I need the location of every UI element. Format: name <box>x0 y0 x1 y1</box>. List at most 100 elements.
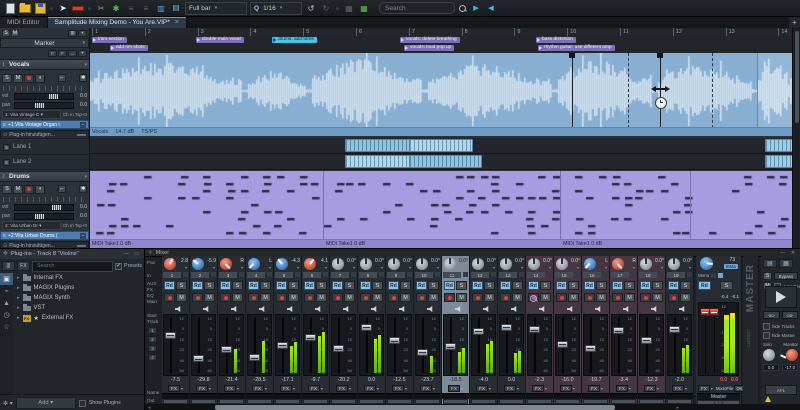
speaker-icon[interactable] <box>287 306 294 312</box>
pan-knob[interactable] <box>444 258 456 270</box>
solo-button[interactable]: S <box>680 281 691 290</box>
draw-tool-icon[interactable] <box>72 3 84 14</box>
instrument-select[interactable]: 1: Vita Vintage C ▾ <box>2 110 61 119</box>
fx-button[interactable]: FX▾ <box>360 385 383 392</box>
setup-folder-icon[interactable]: ▤ <box>763 259 777 268</box>
favorites-star-icon[interactable]: ☆ <box>0 321 13 333</box>
mute-button[interactable]: M <box>428 293 439 302</box>
mixer-channel-8[interactable]: 0.0°▾8RdSM120102040600.0FX▾ <box>358 256 386 404</box>
marker-f1-button[interactable]: F <box>48 50 57 57</box>
plugin-slot[interactable]: ≡+1:Vita Vintage Organ i– <box>0 120 89 129</box>
read-automation-button[interactable]: Rd <box>192 281 203 290</box>
channel-fader[interactable]: 12010204060 <box>639 314 664 376</box>
master-name-field[interactable]: Master <box>697 393 740 400</box>
record-button[interactable] <box>192 293 203 302</box>
fx-button[interactable]: FX▾ <box>500 385 523 392</box>
channel-number[interactable]: 3 <box>219 272 244 278</box>
channel-number[interactable]: 12 <box>471 272 496 278</box>
channel-number[interactable]: 8 <box>359 272 384 278</box>
record-button[interactable] <box>416 293 427 302</box>
mixer-channel-4[interactable]: L▾4RdSM12010204060-28.5FX▾ <box>246 256 274 404</box>
take-clip[interactable] <box>765 139 793 152</box>
mute-button[interactable]: M <box>344 293 355 302</box>
channel-fader[interactable]: 12010204060 <box>471 314 496 376</box>
solo-button[interactable]: S <box>400 281 411 290</box>
read-automation-button[interactable]: Rd <box>556 281 567 290</box>
snapshot-icon[interactable]: ▦ <box>779 259 793 268</box>
volume-slider[interactable] <box>14 204 74 211</box>
fx-button[interactable]: FX▾ <box>472 385 495 392</box>
tree-item-internal-fx[interactable]: ▸Internal FX <box>13 273 144 283</box>
channel-fader[interactable]: 12010204060 <box>415 314 440 376</box>
bypass-button[interactable]: Bypass <box>774 272 798 280</box>
pan-knob[interactable] <box>192 258 204 270</box>
take-clip[interactable] <box>409 139 473 152</box>
solo-button[interactable]: S <box>624 281 635 290</box>
tab-project[interactable]: Samplitude Mixing Demo - You Are.VIP* × <box>48 17 187 28</box>
solo-button[interactable]: S <box>204 281 215 290</box>
channel-fader[interactable]: 12010204060 <box>191 314 216 376</box>
marker-label[interactable]: vocals: delete breathing <box>400 37 460 43</box>
pan-knob[interactable] <box>556 258 568 270</box>
mute-button[interactable]: M <box>540 293 551 302</box>
channel-fader[interactable]: 12010204060 <box>331 314 356 376</box>
mono-button[interactable] <box>711 273 716 278</box>
mute-button[interactable]: M <box>204 293 215 302</box>
channel-number[interactable]: 5 <box>275 272 300 278</box>
read-automation-button[interactable]: Rd <box>472 281 483 290</box>
vocals-lane-2[interactable] <box>90 154 792 170</box>
channel-fader[interactable]: 12010204060 <box>527 314 552 376</box>
speaker-icon[interactable] <box>651 306 658 312</box>
speaker-icon[interactable] <box>623 306 630 312</box>
channel-fader[interactable]: 12010204060 <box>219 314 244 376</box>
fx-filter-button[interactable]: FX <box>17 261 30 271</box>
track-record-button[interactable] <box>24 185 34 194</box>
fx-button[interactable]: FX▾ <box>612 385 635 392</box>
record-button[interactable] <box>220 293 231 302</box>
tree-item-vst[interactable]: ▸VST <box>13 303 144 313</box>
marker-label[interactable]: double main vocal <box>196 37 244 43</box>
channel-fader[interactable]: 12010204060 <box>387 314 412 376</box>
channel-number[interactable]: 7 <box>331 272 356 278</box>
vocals-waveform[interactable] <box>90 53 792 136</box>
solo-button[interactable]: S <box>176 281 187 290</box>
master-fader[interactable]: 12010204060 <box>698 302 739 376</box>
read-automation-button[interactable]: Rd <box>668 281 679 290</box>
speaker-icon[interactable] <box>315 306 322 312</box>
speaker-icon[interactable] <box>371 306 378 312</box>
plugin-slot[interactable]: ≡+2:Vita Urban Drums (– <box>0 231 89 240</box>
track-header-drums[interactable]: 2 Drums▾ <box>0 171 89 182</box>
dropdown-icon[interactable]: ▾ <box>78 30 87 37</box>
plugin-search-input[interactable] <box>35 262 110 270</box>
track-lock-icon[interactable]: ⌐ <box>58 185 66 193</box>
mixer-window-buttons[interactable]: — ✕ <box>780 250 797 256</box>
pan-knob[interactable] <box>248 258 260 270</box>
tab-midi-editor[interactable]: MIDI Editor <box>0 17 48 28</box>
mute-button[interactable]: M <box>372 293 383 302</box>
mixer-channel-2[interactable]: -5.9▾2RdSM12010204060-29.8FX▾ <box>190 256 218 404</box>
lane-1-header[interactable]: S Lane 1 <box>0 140 89 155</box>
redo-icon[interactable]: ↻ <box>320 3 332 14</box>
play-back-icon[interactable]: ◀ <box>485 3 497 14</box>
mute-button[interactable]: M <box>176 293 187 302</box>
fx-button[interactable]: FX▾ <box>220 385 243 392</box>
master-s-button[interactable]: S <box>763 272 772 280</box>
record-button[interactable] <box>444 293 455 302</box>
global-solo-button[interactable]: S <box>2 30 10 37</box>
speaker-icon[interactable] <box>427 306 434 312</box>
solo-button[interactable]: S <box>456 281 467 290</box>
mute-button[interactable]: M <box>512 293 523 302</box>
read-automation-button[interactable]: Rd <box>444 281 455 290</box>
pan-knob[interactable] <box>612 258 624 270</box>
mute-button[interactable]: M <box>568 293 579 302</box>
save-icon[interactable] <box>34 3 46 14</box>
speaker-icon[interactable] <box>399 306 406 312</box>
read-automation-button[interactable]: Rd <box>612 281 623 290</box>
mixer-channel-19[interactable]: 0.0°▾19RdSM12010204060-2.0FX▾ <box>666 256 694 404</box>
marker-range-button[interactable]: ↔ <box>68 50 77 57</box>
record-button[interactable] <box>304 293 315 302</box>
read-automation-button[interactable]: Rd <box>248 281 259 290</box>
channel-fader[interactable]: 12010204060 <box>359 314 384 376</box>
fx-button[interactable]: FX▾ <box>304 385 327 392</box>
speaker-icon[interactable] <box>595 306 602 312</box>
